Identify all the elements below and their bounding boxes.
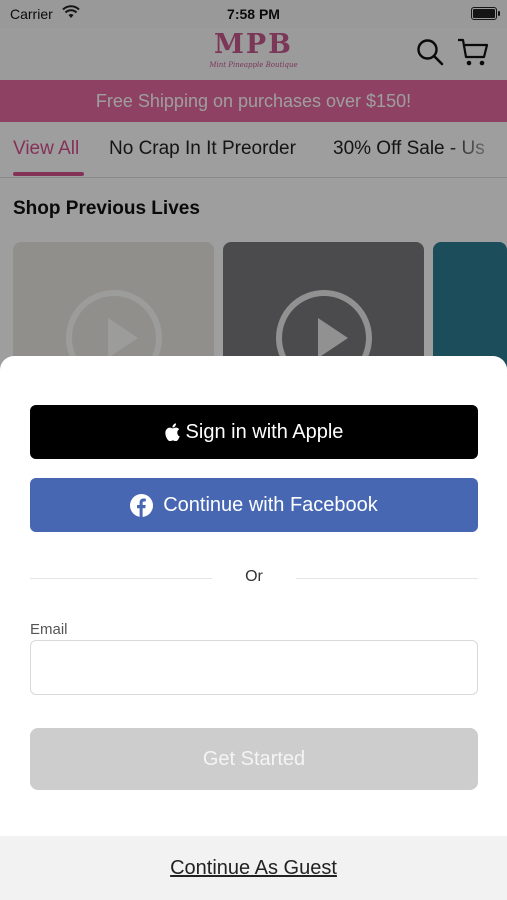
facebook-button-label: Continue with Facebook [163,493,378,516]
email-label: Email [30,621,68,638]
continue-as-guest-link[interactable]: Continue As Guest [0,857,507,880]
continue-with-facebook-button[interactable]: Continue with Facebook [30,478,478,532]
login-sheet: Sign in with Apple Continue with Faceboo… [0,356,507,900]
or-separator: Or [245,568,263,585]
sign-in-with-apple-button[interactable]: Sign in with Apple [30,405,478,459]
email-field[interactable] [30,640,478,695]
get-started-button[interactable]: Get Started [30,728,478,790]
guest-footer: Continue As Guest [0,836,507,900]
apple-button-label: Sign in with Apple [185,420,344,443]
facebook-icon [130,493,154,517]
apple-icon [164,423,180,441]
divider-left [30,578,212,579]
divider-right [296,578,478,579]
